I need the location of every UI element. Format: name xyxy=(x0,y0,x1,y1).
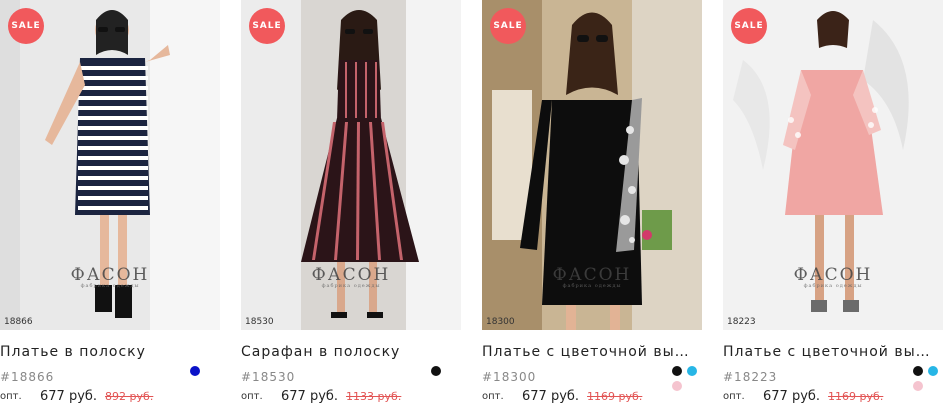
brand-logo: ФАСОН фабрика одежды xyxy=(793,265,873,289)
sale-badge: SALE xyxy=(731,8,767,44)
sale-badge: SALE xyxy=(490,8,526,44)
product-sku: #18530 xyxy=(241,370,296,384)
price-row: опт. 677 руб. 892 руб. xyxy=(0,389,220,404)
product-sku: #18866 xyxy=(0,370,55,384)
price-row: опт. 677 руб. 1169 руб. xyxy=(482,389,702,404)
color-swatch-blue[interactable] xyxy=(190,366,200,376)
product-title[interactable]: Платье в полоску xyxy=(0,344,220,360)
wholesale-label: опт. xyxy=(723,391,745,402)
wholesale-label: опт. xyxy=(482,391,504,402)
product-photo[interactable]: SALE ФАСОН фабрика одежды 18223 xyxy=(723,0,943,330)
product-card[interactable]: SALE ФАСОН фабрика одежды 18223 Платье с … xyxy=(723,0,943,410)
photo-sku: 18223 xyxy=(727,317,756,327)
price-row: опт. 677 руб. 1133 руб. xyxy=(241,389,461,404)
product-sku: #18223 xyxy=(723,370,778,384)
color-swatch-black[interactable] xyxy=(672,366,682,376)
old-price: 1169 руб. xyxy=(828,390,884,403)
color-swatch-cyan[interactable] xyxy=(687,366,697,376)
product-sku: #18300 xyxy=(482,370,537,384)
product-card[interactable]: SALE ФАСОН фабрика одежды 18530 Сарафан в… xyxy=(241,0,461,410)
photo-sku: 18530 xyxy=(245,317,274,327)
price-row: опт. 677 руб. 1169 руб. xyxy=(723,389,943,404)
photo-sku: 18866 xyxy=(4,317,33,327)
brand-logo: ФАСОН фабрика одежды xyxy=(552,265,632,289)
color-swatch-black[interactable] xyxy=(431,366,441,376)
wholesale-label: опт. xyxy=(0,391,22,402)
product-card[interactable]: SALE ФАСОН фабрика одежды 18300 Платье с … xyxy=(482,0,702,410)
color-swatch-cyan[interactable] xyxy=(928,366,938,376)
product-photo[interactable]: SALE ФАСОН фабрика одежды 18300 xyxy=(482,0,702,330)
product-grid: SALE ФАСОН фабрика одежды 18866 Платье в … xyxy=(0,0,945,410)
old-price: 1133 руб. xyxy=(346,390,402,403)
brand-logo: ФАСОН фабрика одежды xyxy=(311,265,391,289)
product-title[interactable]: Платье с цветочной выш… xyxy=(723,344,943,360)
photo-sku: 18300 xyxy=(486,317,515,327)
current-price: 677 руб. xyxy=(281,389,339,404)
current-price: 677 руб. xyxy=(40,389,98,404)
color-swatch-black[interactable] xyxy=(913,366,923,376)
current-price: 677 руб. xyxy=(763,389,821,404)
current-price: 677 руб. xyxy=(522,389,580,404)
product-photo[interactable]: SALE ФАСОН фабрика одежды 18530 xyxy=(241,0,461,330)
product-title[interactable]: Платье с цветочной выш… xyxy=(482,344,702,360)
sale-badge: SALE xyxy=(249,8,285,44)
old-price: 1169 руб. xyxy=(587,390,643,403)
wholesale-label: опт. xyxy=(241,391,263,402)
product-title[interactable]: Сарафан в полоску xyxy=(241,344,461,360)
brand-logo: ФАСОН фабрика одежды xyxy=(70,265,150,289)
product-card[interactable]: SALE ФАСОН фабрика одежды 18866 Платье в … xyxy=(0,0,220,410)
old-price: 892 руб. xyxy=(105,390,154,403)
sale-badge: SALE xyxy=(8,8,44,44)
product-photo[interactable]: SALE ФАСОН фабрика одежды 18866 xyxy=(0,0,220,330)
